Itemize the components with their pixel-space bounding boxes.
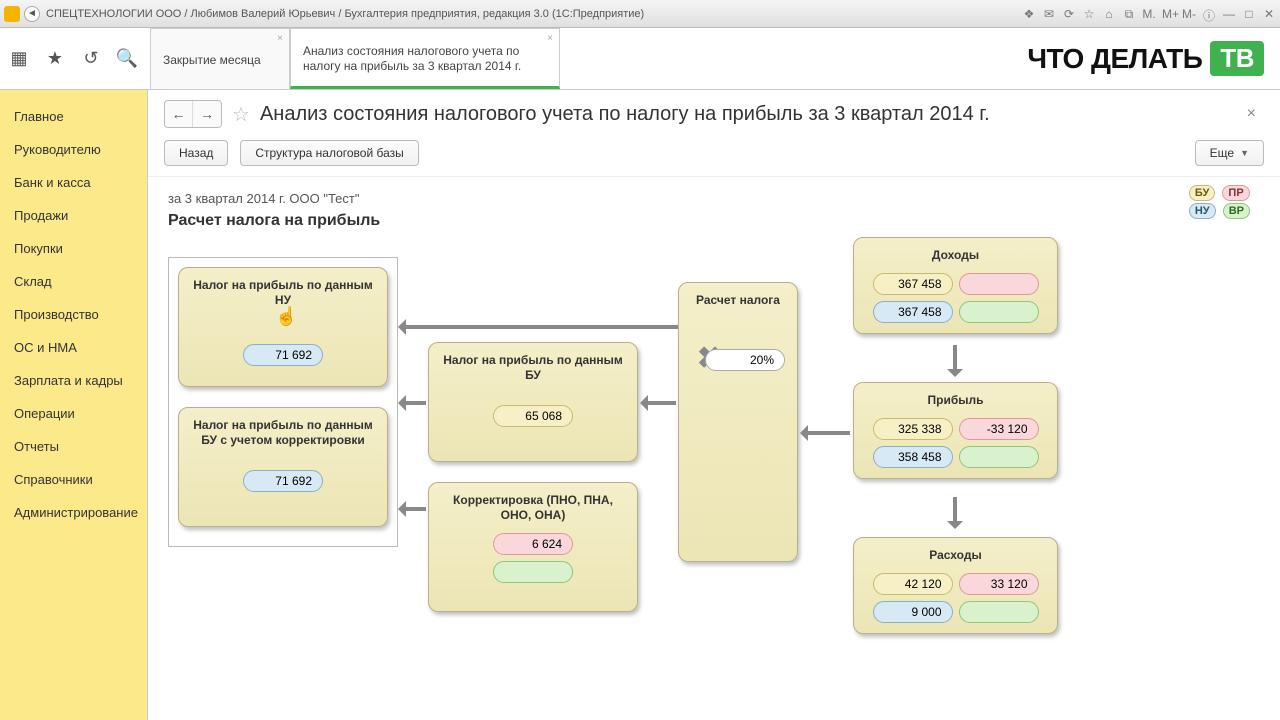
favorite-icon[interactable]: ☆ (232, 102, 250, 127)
value-tax-nu: 71 692 (243, 344, 323, 366)
box-income[interactable]: Доходы 367 458 367 458 (853, 237, 1058, 334)
value-expense-bu: 42 120 (873, 573, 953, 595)
history-icon[interactable]: ↺ (80, 48, 102, 70)
tool-icon[interactable]: ⓘ (1202, 7, 1216, 21)
sidebar-item-operations[interactable]: Операции (0, 397, 147, 430)
app-bar: ▦ ★ ↺ 🔍 Закрытие месяца × Анализ состоян… (0, 28, 1280, 90)
tool-icon[interactable]: ⟳ (1062, 7, 1076, 21)
arrow (400, 325, 678, 329)
star-icon[interactable]: ★ (44, 48, 66, 70)
value-expense-vr (959, 601, 1039, 623)
sidebar-item-bank[interactable]: Банк и касса (0, 166, 147, 199)
value-rate: 20% (705, 349, 785, 371)
tool-icon[interactable]: M. (1142, 7, 1156, 21)
value-correction-pr: 6 624 (493, 533, 573, 555)
titlebar-back-icon[interactable]: ◄ (24, 6, 40, 22)
tab-closing-month[interactable]: Закрытие месяца × (150, 28, 290, 89)
close-icon[interactable]: × (277, 33, 283, 44)
sidebar-item-main[interactable]: Главное (0, 100, 147, 133)
page-close-button[interactable]: × (1239, 105, 1264, 123)
sidebar-item-dictionaries[interactable]: Справочники (0, 463, 147, 496)
report-canvas: за 3 квартал 2014 г. ООО "Тест" Расчет н… (148, 177, 1280, 720)
search-icon[interactable]: 🔍 (116, 48, 138, 70)
sidebar-item-reports[interactable]: Отчеты (0, 430, 147, 463)
box-tax-bu[interactable]: Налог на прибыль по данным БУ 65 068 (428, 342, 638, 462)
apps-icon[interactable]: ▦ (8, 48, 30, 70)
nav-arrows: ← → (164, 100, 222, 128)
value-tax-bu-corr: 71 692 (243, 470, 323, 492)
box-tax-bu-corr[interactable]: Налог на прибыль по данным БУ с учетом к… (178, 407, 388, 527)
tool-icon[interactable]: M- (1182, 7, 1196, 21)
value-income-nu: 367 458 (873, 301, 953, 323)
tool-icon[interactable]: ⌂ (1102, 7, 1116, 21)
value-profit-vr (959, 446, 1039, 468)
tool-icon[interactable]: M+ (1162, 7, 1176, 21)
app-icon (4, 6, 20, 22)
arrow (400, 507, 426, 511)
section-title: Расчет налога на прибыль (168, 212, 1260, 230)
sidebar-item-warehouse[interactable]: Склад (0, 265, 147, 298)
pointer-cursor-icon: ☝ (275, 306, 297, 327)
tab-tax-analysis[interactable]: Анализ состояния налогового учета по нал… (290, 28, 560, 89)
value-expense-pr: 33 120 (959, 573, 1039, 595)
sidebar-item-production[interactable]: Производство (0, 298, 147, 331)
arrow-down (953, 345, 957, 375)
tool-icon[interactable]: ☆ (1082, 7, 1096, 21)
sidebar-item-purchases[interactable]: Покупки (0, 232, 147, 265)
structure-button[interactable]: Структура налоговой базы (240, 140, 418, 166)
sidebar-item-assets[interactable]: ОС и НМА (0, 331, 147, 364)
arrow-down (953, 497, 957, 527)
nav-back-button[interactable]: ← (165, 101, 193, 127)
tabs: Закрытие месяца × Анализ состояния налог… (150, 28, 560, 89)
os-titlebar: ◄ СПЕЦТЕХНОЛОГИИ ООО / Любимов Валерий Ю… (0, 0, 1280, 28)
sidebar-item-admin[interactable]: Администрирование (0, 496, 147, 529)
value-profit-nu: 358 458 (873, 446, 953, 468)
value-profit-bu: 325 338 (873, 418, 953, 440)
value-income-bu: 367 458 (873, 273, 953, 295)
brand-logo: ЧТО ДЕЛАТЬ ТВ (1011, 28, 1280, 89)
maximize-button[interactable]: □ (1242, 7, 1256, 21)
box-profit[interactable]: Прибыль 325 338 -33 120 358 458 (853, 382, 1058, 479)
tool-icon[interactable]: ❖ (1022, 7, 1036, 21)
sidebar-item-sales[interactable]: Продажи (0, 199, 147, 232)
period-label: за 3 квартал 2014 г. ООО "Тест" (168, 191, 1260, 206)
value-tax-bu: 65 068 (493, 405, 573, 427)
arrow (802, 431, 850, 435)
legend: БУ ПР НУ ВР (1185, 185, 1250, 219)
box-expense[interactable]: Расходы 42 120 33 120 9 000 (853, 537, 1058, 634)
value-income-vr (959, 301, 1039, 323)
tool-icon[interactable]: ⧉ (1122, 7, 1136, 21)
box-calc[interactable]: Расчет налога ✖ 20% (678, 282, 798, 562)
sidebar-item-manager[interactable]: Руководителю (0, 133, 147, 166)
value-expense-nu: 9 000 (873, 601, 953, 623)
titlebar-tools: ❖ ✉ ⟳ ☆ ⌂ ⧉ M. M+ M- ⓘ — □ ✕ (1022, 7, 1276, 21)
nav-forward-button[interactable]: → (193, 101, 221, 127)
sidebar: Главное Руководителю Банк и касса Продаж… (0, 90, 148, 720)
close-icon[interactable]: × (547, 33, 553, 44)
tool-icon[interactable]: ✉ (1042, 7, 1056, 21)
value-correction-vr (493, 561, 573, 583)
value-income-pr (959, 273, 1039, 295)
close-button[interactable]: ✕ (1262, 7, 1276, 21)
arrow (642, 401, 676, 405)
back-button[interactable]: Назад (164, 140, 228, 166)
minimize-button[interactable]: — (1222, 7, 1236, 21)
box-tax-nu[interactable]: Налог на прибыль по данным НУ ☝ 71 692 (178, 267, 388, 387)
sidebar-item-payroll[interactable]: Зарплата и кадры (0, 364, 147, 397)
more-button[interactable]: Еще (1195, 140, 1264, 166)
titlebar-text: СПЕЦТЕХНОЛОГИИ ООО / Любимов Валерий Юрь… (46, 8, 644, 20)
content-area: ← → ☆ Анализ состояния налогового учета … (148, 90, 1280, 720)
page-title: Анализ состояния налогового учета по нал… (260, 103, 990, 126)
value-profit-pr: -33 120 (959, 418, 1039, 440)
box-correction[interactable]: Корректировка (ПНО, ПНА, ОНО, ОНА) 6 624 (428, 482, 638, 612)
arrow (400, 401, 426, 405)
